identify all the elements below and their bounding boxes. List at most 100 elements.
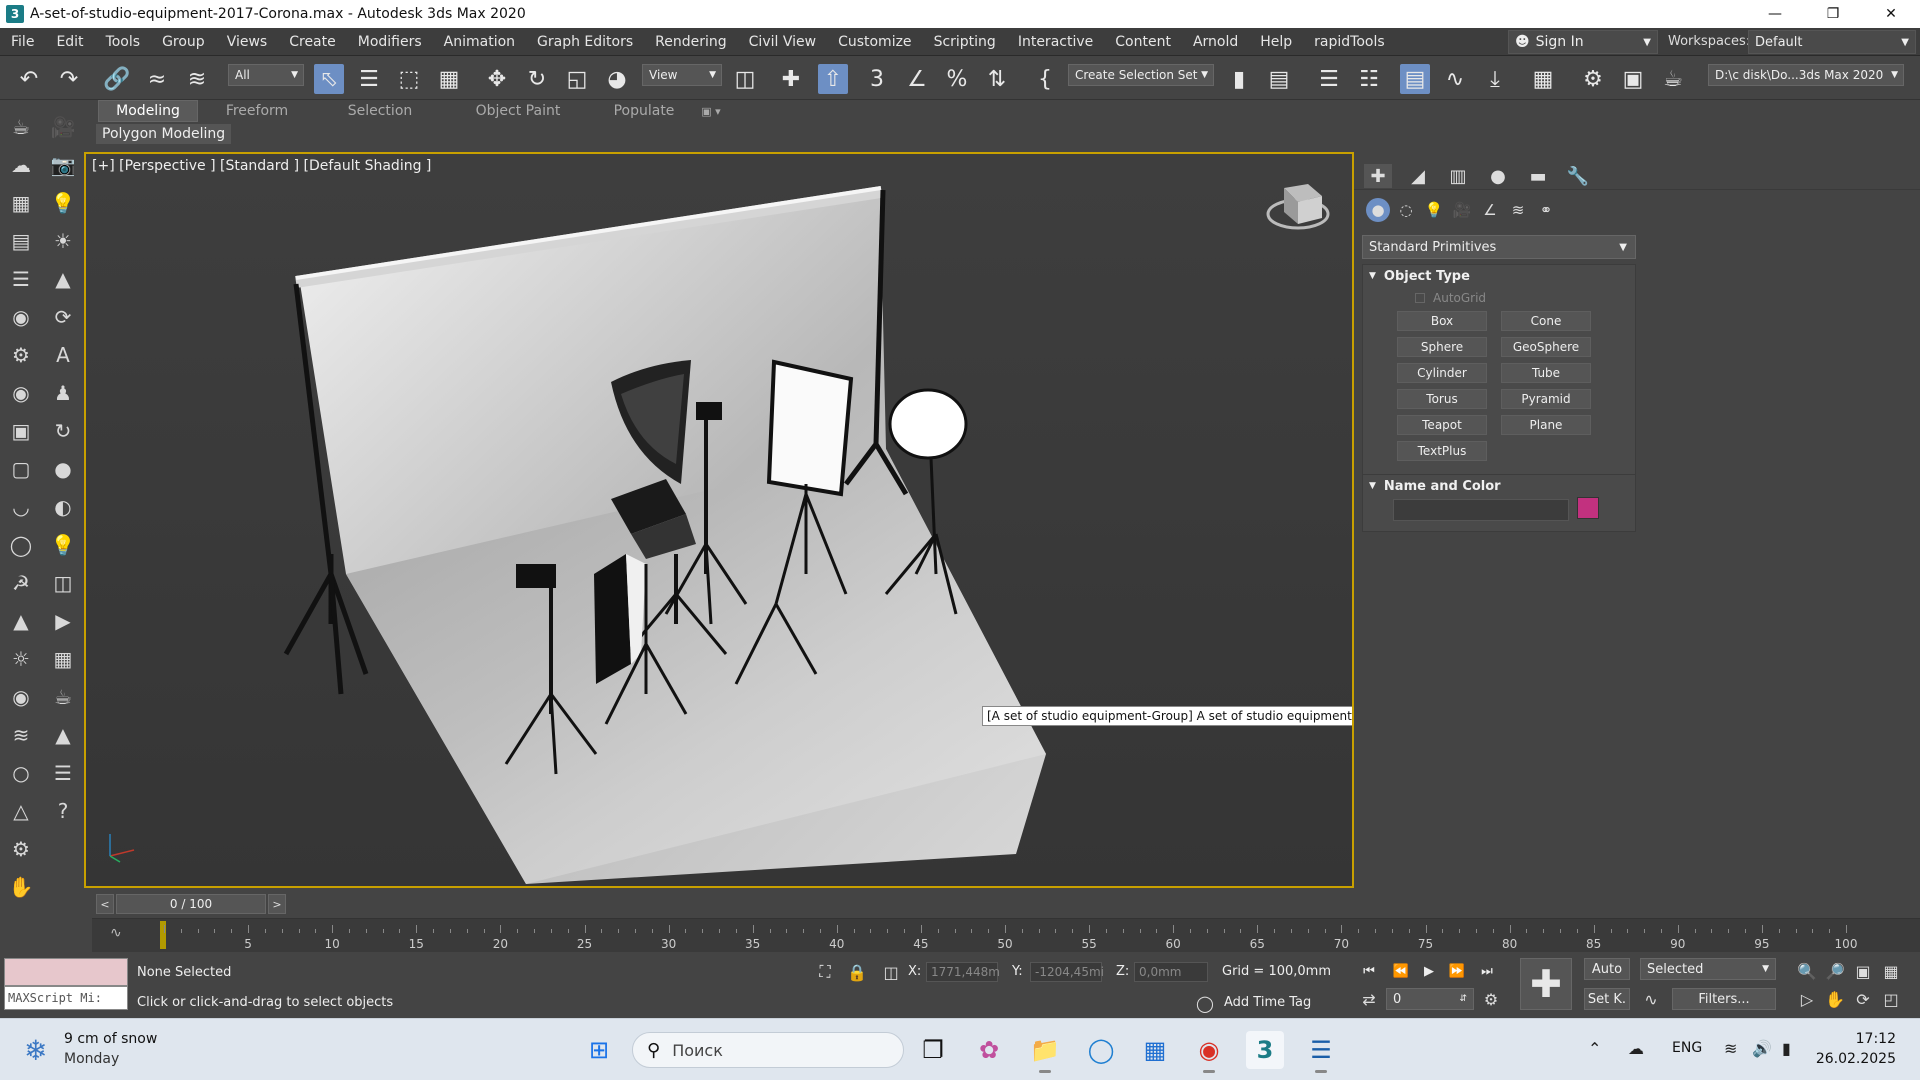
windows-start-icon[interactable]: ⊞: [580, 1031, 618, 1069]
bind-space-warp-icon[interactable]: ≋: [182, 64, 212, 94]
time-configuration-icon[interactable]: ⚙: [1480, 988, 1502, 1010]
sun-light-icon[interactable]: ☼: [6, 644, 36, 674]
light-bulb-icon[interactable]: 💡: [48, 188, 78, 218]
set-key-button[interactable]: Set K.: [1584, 988, 1630, 1010]
cylinder-button[interactable]: Cylinder: [1397, 363, 1487, 383]
textplus-button[interactable]: TextPlus: [1397, 441, 1487, 461]
file-explorer-icon[interactable]: 📁: [1026, 1031, 1064, 1073]
tab-object-paint[interactable]: Object Paint: [454, 100, 582, 122]
material-ball-icon[interactable]: ◉: [6, 302, 36, 332]
render-production-icon[interactable]: ☕: [1658, 64, 1688, 94]
play-icon[interactable]: ▶: [1418, 960, 1440, 982]
zoom-extents-icon[interactable]: ▣: [1852, 960, 1874, 982]
geosphere-button[interactable]: GeoSphere: [1501, 337, 1591, 357]
battery-icon[interactable]: ▮: [1782, 1039, 1791, 1058]
auto-key-button[interactable]: Auto: [1584, 958, 1630, 980]
create-tab-icon[interactable]: ✚: [1364, 164, 1392, 188]
previous-frame-arrow-icon[interactable]: <: [96, 894, 114, 914]
key-filter-dropdown[interactable]: Selected ▼: [1640, 958, 1776, 980]
cycle-icon[interactable]: ↻: [48, 416, 78, 446]
mirror-icon[interactable]: ▮: [1224, 64, 1254, 94]
place-icon[interactable]: ◕: [602, 64, 632, 94]
speaker-icon[interactable]: ◉: [6, 378, 36, 408]
menu-help[interactable]: Help: [1249, 34, 1303, 50]
notepad-icon[interactable]: ☰: [1302, 1031, 1340, 1073]
teapot-outline-icon[interactable]: ☕: [48, 682, 78, 712]
clock-date[interactable]: 26.02.2025: [1816, 1051, 1896, 1067]
project-path-dropdown[interactable]: D:\c disk\Do...3ds Max 2020 ▼: [1708, 64, 1904, 86]
settings-icon[interactable]: ⚙: [6, 340, 36, 370]
lock-icon[interactable]: 🔒: [846, 961, 868, 983]
zoom-all-icon[interactable]: 🔎: [1824, 960, 1846, 982]
menu-civil-view[interactable]: Civil View: [738, 34, 827, 50]
z-coordinate-field[interactable]: 0,0mm: [1134, 962, 1208, 982]
box-button[interactable]: Box: [1397, 311, 1487, 331]
dome-icon[interactable]: ◡: [6, 492, 36, 522]
isolate-selection-icon[interactable]: ⛶: [814, 961, 836, 983]
zoom-extents-all-icon[interactable]: ▦: [1880, 960, 1902, 982]
teapot-icon[interactable]: ☕: [6, 112, 36, 142]
y-coordinate-field[interactable]: -1204,45mi: [1030, 962, 1104, 982]
ribbon-options-icon[interactable]: ▣ ▾: [694, 100, 728, 122]
menu-tools[interactable]: Tools: [95, 34, 152, 50]
keyboard-shortcut-override-icon[interactable]: ⇧: [818, 64, 848, 94]
spinner-snap-icon[interactable]: ⇅: [982, 64, 1012, 94]
menu-customize[interactable]: Customize: [827, 34, 923, 50]
autogrid-checkbox[interactable]: [1415, 293, 1425, 303]
layer-explorer-icon[interactable]: ☷: [1354, 64, 1384, 94]
sphere-icon[interactable]: ●: [48, 454, 78, 484]
select-manipulate-icon[interactable]: ✚: [776, 64, 806, 94]
orbit-icon[interactable]: ⟳: [1852, 988, 1874, 1010]
hand-icon[interactable]: ✋: [6, 872, 36, 902]
curve-editor-icon[interactable]: ∿: [1440, 64, 1470, 94]
menu-rendering[interactable]: Rendering: [644, 34, 738, 50]
key-tangents-icon[interactable]: ∿: [1640, 988, 1662, 1010]
go-to-end-icon[interactable]: ⏭: [1476, 960, 1498, 982]
current-frame-field[interactable]: 0 ⇵: [1386, 988, 1474, 1010]
go-to-start-icon[interactable]: ⏮: [1358, 960, 1380, 982]
field-of-view-icon[interactable]: ▷: [1796, 988, 1818, 1010]
box-icon[interactable]: ▢: [6, 454, 36, 484]
menu-interactive[interactable]: Interactive: [1007, 34, 1104, 50]
chrome-icon[interactable]: ◉: [1190, 1031, 1228, 1073]
pan-view-icon[interactable]: ✋: [1824, 988, 1846, 1010]
gear-icon[interactable]: ⚙: [6, 834, 36, 864]
text-icon[interactable]: A: [48, 340, 78, 370]
menu-file[interactable]: File: [0, 34, 45, 50]
particles-icon[interactable]: ≋: [6, 720, 36, 750]
weather-summary[interactable]: 9 cm of snow: [64, 1031, 157, 1047]
object-color-swatch[interactable]: [1577, 497, 1599, 519]
hierarchy-tab-icon[interactable]: ▥: [1444, 164, 1472, 188]
tab-modeling[interactable]: Modeling: [98, 100, 198, 122]
previous-key-icon[interactable]: ⏪: [1390, 960, 1412, 982]
curve-editor-mini-icon[interactable]: ∿: [110, 925, 122, 941]
maximize-viewport-icon[interactable]: ◰: [1880, 988, 1902, 1010]
edit-named-selection-icon[interactable]: {: [1030, 64, 1060, 94]
render-frame-icon[interactable]: ▦: [6, 188, 36, 218]
tube-button[interactable]: Tube: [1501, 363, 1591, 383]
copilot-icon[interactable]: ✿: [970, 1031, 1008, 1069]
link-icon[interactable]: 🔗: [102, 64, 132, 94]
maxscript-output[interactable]: [4, 958, 128, 986]
molecule-icon[interactable]: ○: [6, 758, 36, 788]
set-key-plus-icon[interactable]: ✚: [1520, 958, 1572, 1010]
snowflake-icon[interactable]: ❄: [24, 1034, 47, 1067]
minimize-icon[interactable]: —: [1746, 0, 1804, 28]
material-editor-icon[interactable]: ▦: [1528, 64, 1558, 94]
track-bar[interactable]: ∿ 5 10 15 20 25 30 35 40 45 50 55 60 65 70 75 80 85 90 95 1…: [92, 918, 1920, 952]
snaps-toggle-icon[interactable]: 3: [862, 64, 892, 94]
restore-icon[interactable]: ❐: [1804, 0, 1862, 28]
reference-coordinate-dropdown[interactable]: View ▼: [642, 64, 722, 86]
taskbar-search[interactable]: ⚲ Поиск: [632, 1032, 904, 1068]
workspace-dropdown[interactable]: Default ▼: [1748, 30, 1916, 54]
select-object-icon[interactable]: ⬁: [314, 64, 344, 94]
select-by-name-icon[interactable]: ☰: [354, 64, 384, 94]
camera-icon[interactable]: 🎥: [48, 112, 78, 142]
refresh-icon[interactable]: ⟳: [48, 302, 78, 332]
redo-icon[interactable]: ↷: [54, 64, 84, 94]
menu-list-icon[interactable]: ☰: [48, 758, 78, 788]
character-icon[interactable]: ♟: [48, 378, 78, 408]
grid-panel-icon[interactable]: ▦: [48, 644, 78, 674]
cone-button[interactable]: Cone: [1501, 311, 1591, 331]
maxscript-input[interactable]: MAXScript Mi:: [4, 986, 128, 1010]
